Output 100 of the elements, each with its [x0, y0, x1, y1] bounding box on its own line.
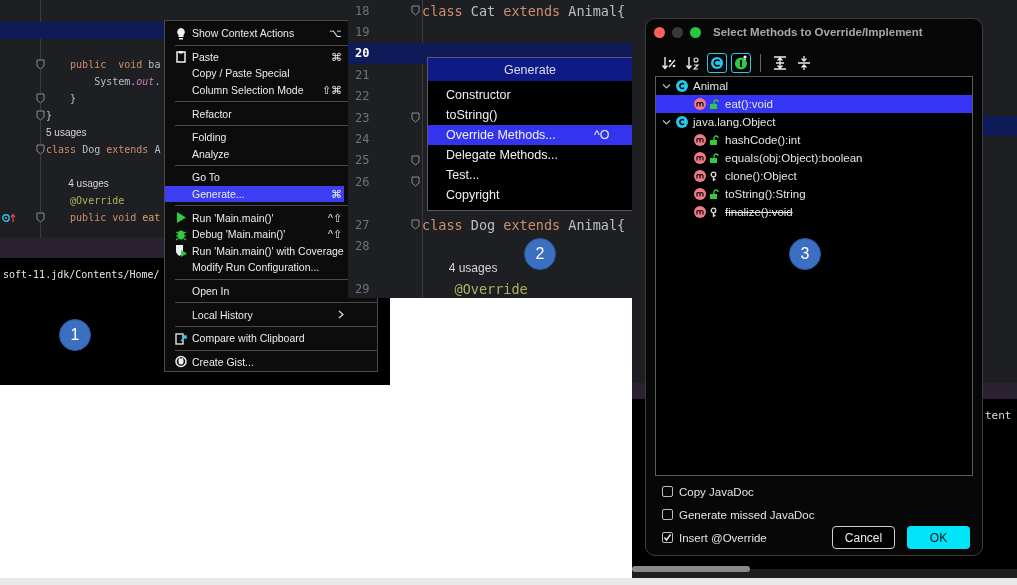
tree-item[interactable]: equals(obj:Object):boolean [656, 149, 972, 167]
checkbox[interactable] [662, 486, 673, 497]
code-line: public void eat [69, 212, 161, 223]
menu-item[interactable]: Refactor [165, 105, 344, 122]
code-line: } [69, 93, 77, 104]
sort-alpha-icon [685, 55, 701, 71]
menu-item[interactable]: Analyze [165, 145, 344, 163]
line-number: 23 [354, 110, 371, 125]
interface-filter-button[interactable] [731, 53, 751, 73]
menu-item[interactable]: Go To [165, 169, 344, 186]
menu-item[interactable]: Copy / Paste Special [165, 65, 344, 82]
code-line: System.out. [93, 76, 161, 87]
bulb-icon [175, 26, 187, 40]
code-line: class Cat extends Animal{ [422, 2, 626, 19]
menu-item[interactable]: Column Selection Mode ⇧⌘ [165, 81, 344, 99]
code-line: 4 usages [67, 178, 109, 189]
code-line: class Dog extends Animal{ [422, 216, 626, 233]
unlocked-icon [709, 98, 719, 110]
run-icon [175, 211, 187, 225]
checkbox-label: Copy JavaDoc [679, 485, 754, 498]
shield-run-icon [175, 244, 187, 258]
line-number: 28 [354, 239, 371, 253]
menu-item[interactable]: Modify Run Configuration... [165, 259, 344, 276]
line-number: 20 [354, 46, 371, 61]
menu-item[interactable]: Create Gist... [165, 353, 344, 371]
line-number: 22 [354, 89, 371, 104]
menu-item[interactable]: Run 'Main.main()' with Coverage [165, 242, 344, 260]
method-icon [694, 152, 706, 164]
menu-item[interactable]: Open In [165, 282, 344, 300]
line-number: 21 [354, 67, 371, 82]
interface-filter-icon [733, 55, 749, 71]
popup-title: Generate [428, 58, 632, 81]
code-line: @Override [69, 195, 125, 206]
menu-item[interactable]: Run 'Main.main()' ^⇧ [165, 209, 344, 226]
terminal-text: tent [985, 409, 1012, 422]
menu-item[interactable]: Delegate Methods... [428, 145, 632, 165]
class-icon [676, 116, 688, 128]
clipboard-icon [175, 50, 187, 64]
checkbox[interactable] [662, 532, 673, 543]
line-highlight [983, 116, 1017, 136]
menu-item[interactable]: Copyright [428, 185, 632, 205]
menu-item[interactable]: Compare with Clipboard [165, 329, 344, 347]
key-icon [709, 206, 719, 218]
checkbox-label: Insert @Override [679, 531, 767, 544]
tree-item[interactable]: clone():Object [656, 167, 972, 185]
line-number: 18 [354, 3, 371, 18]
ok-button[interactable]: OK [907, 526, 970, 549]
tree-item[interactable]: Animal [656, 77, 972, 95]
method-icon [694, 170, 706, 182]
line-number: 24 [354, 132, 371, 147]
collapse-all-icon [796, 55, 812, 71]
sort-visibility-icon [661, 55, 677, 71]
menu-item[interactable]: Show Context Actions ⌥ [165, 25, 344, 42]
key-icon [709, 170, 719, 182]
unlocked-icon [709, 152, 719, 164]
line-number: 26 [354, 174, 371, 189]
code-line: class Dog extends A [46, 144, 161, 155]
tree-item[interactable]: eat():void [656, 95, 972, 113]
menu-item[interactable]: toString() [428, 105, 632, 125]
code-line: 5 usages [46, 127, 87, 138]
method-icon [694, 206, 706, 218]
cancel-button[interactable]: Cancel [832, 526, 895, 549]
check-icon [663, 533, 672, 542]
unlocked-icon [709, 134, 719, 146]
tree-item[interactable]: toString():String [656, 185, 972, 203]
expand-all-icon [772, 55, 788, 71]
zoom-button[interactable] [690, 26, 701, 38]
method-icon [694, 98, 706, 110]
cat-icon [175, 355, 187, 369]
unlocked-icon [709, 188, 719, 200]
step-badge: 2 [524, 238, 556, 270]
checkbox[interactable] [662, 509, 673, 520]
tree-item[interactable]: finalize():void [656, 203, 972, 221]
menu-item[interactable]: Constructor [428, 85, 632, 105]
method-icon [694, 134, 706, 146]
menu-item[interactable]: Test... [428, 165, 632, 185]
class-filter-button[interactable] [707, 53, 727, 73]
method-icon [694, 188, 706, 200]
menu-item[interactable]: Local History [165, 306, 344, 323]
class-filter-icon [709, 55, 725, 71]
menu-item[interactable]: Override Methods... ^O [428, 125, 632, 145]
class-icon [676, 80, 688, 92]
line-number: 25 [354, 153, 371, 168]
close-button[interactable] [654, 26, 665, 38]
dialog-title: Select Methods to Override/Implement [713, 26, 923, 38]
menu-item[interactable]: Generate... ⌘ [165, 185, 344, 203]
menu-item[interactable]: Folding [165, 128, 344, 146]
menu-item[interactable]: Paste ⌘ [165, 48, 344, 66]
line-number: 29 [354, 281, 371, 296]
terminal-text: soft-11.jdk/Contents/Home/ [3, 269, 160, 280]
code-line: } [46, 110, 53, 121]
checkbox-label: Generate missed JavaDoc [679, 508, 815, 521]
code-line: @Override [453, 280, 528, 297]
tree-item[interactable]: hashCode():int [656, 131, 972, 149]
menu-item[interactable]: Debug 'Main.main()' ^⇧ [165, 225, 344, 243]
tree-item[interactable]: java.lang.Object [656, 113, 972, 131]
line-number: 19 [354, 25, 371, 40]
code-line: 4 usages [447, 260, 498, 276]
code-line: public void ba [69, 59, 161, 70]
line-number: 27 [354, 217, 371, 232]
